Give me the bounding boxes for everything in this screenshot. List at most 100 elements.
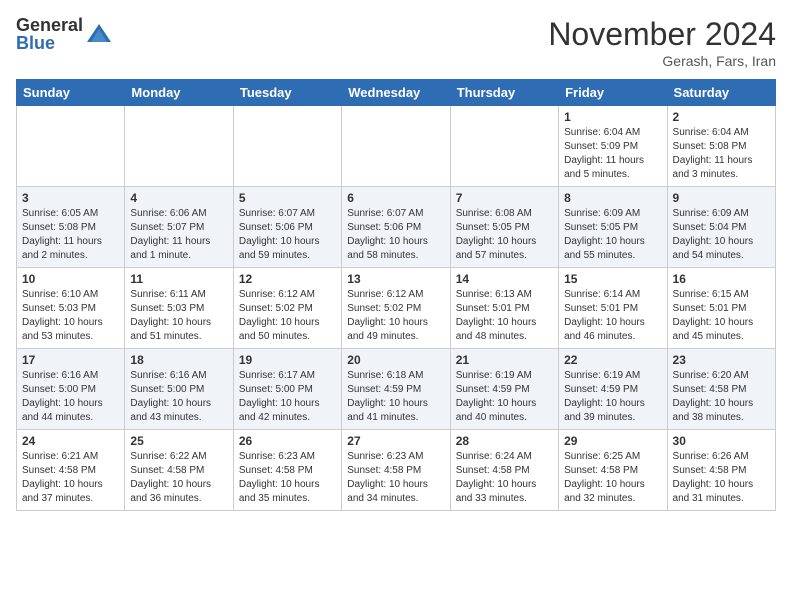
logo-general: General — [16, 16, 83, 34]
day-info: Sunrise: 6:19 AMSunset: 4:59 PMDaylight:… — [456, 369, 553, 425]
day-number: 13 — [347, 272, 444, 286]
calendar-cell: 3 Sunrise: 6:05 AMSunset: 5:08 PMDaylight… — [17, 187, 125, 268]
day-number: 29 — [564, 434, 661, 448]
day-number: 28 — [456, 434, 553, 448]
calendar-cell — [125, 106, 233, 187]
logo: General Blue — [16, 16, 113, 52]
calendar-cell: 6 Sunrise: 6:07 AMSunset: 5:06 PMDaylight… — [342, 187, 450, 268]
calendar: Sunday Monday Tuesday Wednesday Thursday… — [16, 79, 776, 511]
day-info: Sunrise: 6:09 AMSunset: 5:05 PMDaylight:… — [564, 207, 661, 263]
day-info: Sunrise: 6:18 AMSunset: 4:59 PMDaylight:… — [347, 369, 444, 425]
day-number: 9 — [673, 191, 770, 205]
calendar-cell: 20 Sunrise: 6:18 AMSunset: 4:59 PMDayligh… — [342, 349, 450, 430]
day-info: Sunrise: 6:15 AMSunset: 5:01 PMDaylight:… — [673, 288, 770, 344]
day-number: 10 — [22, 272, 119, 286]
day-number: 7 — [456, 191, 553, 205]
calendar-week-3: 17 Sunrise: 6:16 AMSunset: 5:00 PMDayligh… — [17, 349, 776, 430]
col-monday: Monday — [125, 80, 233, 106]
day-number: 4 — [130, 191, 227, 205]
day-number: 6 — [347, 191, 444, 205]
day-info: Sunrise: 6:26 AMSunset: 4:58 PMDaylight:… — [673, 450, 770, 506]
day-number: 11 — [130, 272, 227, 286]
day-number: 26 — [239, 434, 336, 448]
calendar-week-1: 3 Sunrise: 6:05 AMSunset: 5:08 PMDaylight… — [17, 187, 776, 268]
page: General Blue November 2024 Gerash, Fars,… — [0, 0, 792, 519]
calendar-cell: 8 Sunrise: 6:09 AMSunset: 5:05 PMDaylight… — [559, 187, 667, 268]
header: General Blue November 2024 Gerash, Fars,… — [16, 16, 776, 69]
calendar-cell: 27 Sunrise: 6:23 AMSunset: 4:58 PMDayligh… — [342, 430, 450, 511]
col-wednesday: Wednesday — [342, 80, 450, 106]
day-info: Sunrise: 6:25 AMSunset: 4:58 PMDaylight:… — [564, 450, 661, 506]
calendar-cell: 26 Sunrise: 6:23 AMSunset: 4:58 PMDayligh… — [233, 430, 341, 511]
day-number: 14 — [456, 272, 553, 286]
day-info: Sunrise: 6:08 AMSunset: 5:05 PMDaylight:… — [456, 207, 553, 263]
day-info: Sunrise: 6:16 AMSunset: 5:00 PMDaylight:… — [130, 369, 227, 425]
day-number: 17 — [22, 353, 119, 367]
calendar-cell: 9 Sunrise: 6:09 AMSunset: 5:04 PMDaylight… — [667, 187, 775, 268]
day-info: Sunrise: 6:16 AMSunset: 5:00 PMDaylight:… — [22, 369, 119, 425]
calendar-cell: 15 Sunrise: 6:14 AMSunset: 5:01 PMDayligh… — [559, 268, 667, 349]
day-info: Sunrise: 6:05 AMSunset: 5:08 PMDaylight:… — [22, 207, 119, 263]
day-info: Sunrise: 6:09 AMSunset: 5:04 PMDaylight:… — [673, 207, 770, 263]
calendar-body: 1Sunrise: 6:04 AMSunset: 5:09 PMDaylight… — [17, 106, 776, 511]
calendar-week-0: 1Sunrise: 6:04 AMSunset: 5:09 PMDaylight… — [17, 106, 776, 187]
col-saturday: Saturday — [667, 80, 775, 106]
day-info: Sunrise: 6:07 AMSunset: 5:06 PMDaylight:… — [347, 207, 444, 263]
month-title: November 2024 — [548, 16, 776, 53]
day-info: Sunrise: 6:22 AMSunset: 4:58 PMDaylight:… — [130, 450, 227, 506]
calendar-cell: 10 Sunrise: 6:10 AMSunset: 5:03 PMDayligh… — [17, 268, 125, 349]
day-info: Sunrise: 6:19 AMSunset: 4:59 PMDaylight:… — [564, 369, 661, 425]
day-info: Sunrise: 6:14 AMSunset: 5:01 PMDaylight:… — [564, 288, 661, 344]
logo-icon — [85, 20, 113, 48]
day-number: 1 — [564, 110, 661, 124]
day-info: Sunrise: 6:23 AMSunset: 4:58 PMDaylight:… — [239, 450, 336, 506]
day-number: 15 — [564, 272, 661, 286]
calendar-cell: 28 Sunrise: 6:24 AMSunset: 4:58 PMDayligh… — [450, 430, 558, 511]
calendar-cell: 22 Sunrise: 6:19 AMSunset: 4:59 PMDayligh… — [559, 349, 667, 430]
day-info: Sunrise: 6:12 AMSunset: 5:02 PMDaylight:… — [239, 288, 336, 344]
day-number: 3 — [22, 191, 119, 205]
col-thursday: Thursday — [450, 80, 558, 106]
day-number: 20 — [347, 353, 444, 367]
day-number: 27 — [347, 434, 444, 448]
day-info: Sunrise: 6:20 AMSunset: 4:58 PMDaylight:… — [673, 369, 770, 425]
calendar-cell: 21Sunrise: 6:19 AMSunset: 4:59 PMDayligh… — [450, 349, 558, 430]
day-info: Sunrise: 6:07 AMSunset: 5:06 PMDaylight:… — [239, 207, 336, 263]
day-number: 12 — [239, 272, 336, 286]
day-number: 16 — [673, 272, 770, 286]
calendar-cell: 4 Sunrise: 6:06 AMSunset: 5:07 PMDaylight… — [125, 187, 233, 268]
calendar-cell: 5 Sunrise: 6:07 AMSunset: 5:06 PMDaylight… — [233, 187, 341, 268]
day-info: Sunrise: 6:23 AMSunset: 4:58 PMDaylight:… — [347, 450, 444, 506]
day-info: Sunrise: 6:12 AMSunset: 5:02 PMDaylight:… — [347, 288, 444, 344]
calendar-cell: 11 Sunrise: 6:11 AMSunset: 5:03 PMDayligh… — [125, 268, 233, 349]
calendar-cell: 30 Sunrise: 6:26 AMSunset: 4:58 PMDayligh… — [667, 430, 775, 511]
day-number: 19 — [239, 353, 336, 367]
col-friday: Friday — [559, 80, 667, 106]
logo-text: General Blue — [16, 16, 83, 52]
calendar-cell — [17, 106, 125, 187]
day-number: 5 — [239, 191, 336, 205]
day-number: 8 — [564, 191, 661, 205]
day-info: Sunrise: 6:04 AMSunset: 5:08 PMDaylight:… — [673, 126, 770, 182]
calendar-cell: 1Sunrise: 6:04 AMSunset: 5:09 PMDaylight… — [559, 106, 667, 187]
calendar-cell: 16 Sunrise: 6:15 AMSunset: 5:01 PMDayligh… — [667, 268, 775, 349]
day-number: 2 — [673, 110, 770, 124]
day-number: 22 — [564, 353, 661, 367]
calendar-cell: 12 Sunrise: 6:12 AMSunset: 5:02 PMDayligh… — [233, 268, 341, 349]
day-number: 30 — [673, 434, 770, 448]
day-info: Sunrise: 6:11 AMSunset: 5:03 PMDaylight:… — [130, 288, 227, 344]
day-info: Sunrise: 6:24 AMSunset: 4:58 PMDaylight:… — [456, 450, 553, 506]
calendar-week-4: 24Sunrise: 6:21 AMSunset: 4:58 PMDayligh… — [17, 430, 776, 511]
day-number: 25 — [130, 434, 227, 448]
day-info: Sunrise: 6:10 AMSunset: 5:03 PMDaylight:… — [22, 288, 119, 344]
logo-blue: Blue — [16, 34, 83, 52]
calendar-header: Sunday Monday Tuesday Wednesday Thursday… — [17, 80, 776, 106]
day-number: 24 — [22, 434, 119, 448]
calendar-cell: 29 Sunrise: 6:25 AMSunset: 4:58 PMDayligh… — [559, 430, 667, 511]
day-info: Sunrise: 6:06 AMSunset: 5:07 PMDaylight:… — [130, 207, 227, 263]
calendar-cell: 24Sunrise: 6:21 AMSunset: 4:58 PMDayligh… — [17, 430, 125, 511]
col-tuesday: Tuesday — [233, 80, 341, 106]
calendar-cell — [233, 106, 341, 187]
calendar-cell: 7 Sunrise: 6:08 AMSunset: 5:05 PMDaylight… — [450, 187, 558, 268]
calendar-cell — [342, 106, 450, 187]
